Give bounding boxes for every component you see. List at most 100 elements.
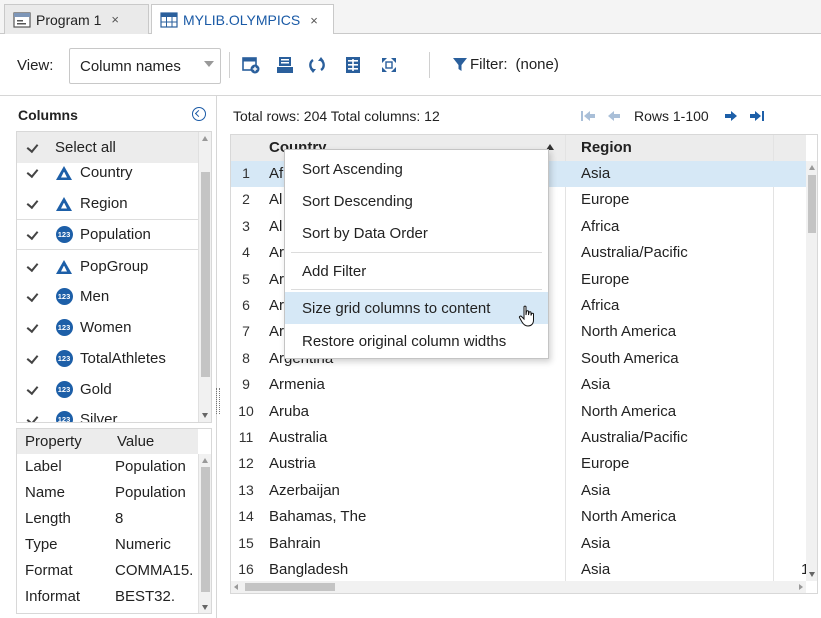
cell-region[interactable]: South America <box>581 350 679 367</box>
menu-item-sort-data-order[interactable]: Sort by Data Order <box>285 217 548 249</box>
tab-program-1[interactable]: Program 1 × <box>4 4 149 34</box>
scrollbar-thumb[interactable] <box>245 583 335 591</box>
table-row[interactable]: 15 Bahrain Asia <box>231 531 806 557</box>
table-row[interactable]: 12 Austria Europe <box>231 451 806 477</box>
scrollbar-thumb[interactable] <box>808 175 816 233</box>
scroll-left-icon[interactable] <box>234 584 238 590</box>
cell-country[interactable]: Al <box>269 218 282 235</box>
table-row[interactable]: 16 Bangladesh Asia 1 <box>231 557 809 583</box>
cell-region[interactable]: Europe <box>581 455 629 472</box>
cell-country[interactable]: Al <box>269 191 282 208</box>
cell-country[interactable]: Bahrain <box>269 535 321 552</box>
scrollbar-thumb[interactable] <box>201 172 210 377</box>
cell-region[interactable]: North America <box>581 323 676 340</box>
cell-country[interactable]: Bangladesh <box>269 561 348 578</box>
filter-control[interactable]: Filter: (none) <box>453 56 559 73</box>
column-item-women[interactable]: 123 Women <box>17 312 199 343</box>
scroll-up-icon[interactable] <box>202 136 208 141</box>
checkbox[interactable] <box>27 384 39 396</box>
table-row[interactable]: 13 Azerbaijan Asia <box>231 478 806 504</box>
save-icon[interactable] <box>276 56 294 74</box>
checkbox[interactable] <box>27 353 39 365</box>
cell-country[interactable]: Azerbaijan <box>269 482 340 499</box>
column-item-popgroup[interactable]: PopGroup <box>17 251 199 282</box>
scroll-down-icon[interactable] <box>809 572 815 577</box>
cell-region[interactable]: Asia <box>581 535 610 552</box>
scroll-right-icon[interactable] <box>799 584 803 590</box>
menu-item-restore-column-widths[interactable]: Restore original column widths <box>285 325 548 357</box>
scroll-down-icon[interactable] <box>202 605 208 610</box>
checkbox[interactable] <box>27 198 39 210</box>
collapse-panel-icon[interactable] <box>192 107 206 121</box>
checkbox[interactable] <box>27 261 39 273</box>
close-icon[interactable]: × <box>310 13 318 28</box>
cell-region[interactable]: Asia <box>581 482 610 499</box>
cell-region[interactable]: Europe <box>581 271 629 288</box>
cell-country[interactable]: Ar <box>269 323 284 340</box>
cell-country[interactable]: Austria <box>269 455 316 472</box>
checkbox[interactable] <box>27 167 39 179</box>
table-row[interactable]: 14 Bahamas, The North America <box>231 504 806 530</box>
next-page-icon[interactable] <box>723 109 739 123</box>
table-row[interactable]: 10 Aruba North America <box>231 399 806 425</box>
expand-icon[interactable] <box>380 56 398 74</box>
scroll-up-icon[interactable] <box>202 458 208 463</box>
menu-item-sort-descending[interactable]: Sort Descending <box>285 185 548 217</box>
menu-item-sort-ascending[interactable]: Sort Ascending <box>285 153 548 185</box>
refresh-icon[interactable] <box>308 56 326 74</box>
cell-country[interactable]: Ar <box>269 297 284 314</box>
cell-country[interactable]: Armenia <box>269 376 325 393</box>
cell-region[interactable]: Asia <box>581 165 610 182</box>
cell-region[interactable]: Australia/Pacific <box>581 429 688 446</box>
grid-vertical-scrollbar[interactable] <box>806 161 817 581</box>
scroll-down-icon[interactable] <box>202 413 208 418</box>
cell-region[interactable]: North America <box>581 403 676 420</box>
add-data-icon[interactable] <box>242 56 260 74</box>
tab-mylib-olympics[interactable]: MYLIB.OLYMPICS × <box>151 4 334 35</box>
column-item-totalathletes[interactable]: 123 TotalAthletes <box>17 343 199 374</box>
column-item-silver[interactable]: 123 Silver <box>17 404 199 423</box>
checkbox[interactable] <box>27 414 39 423</box>
column-item-region[interactable]: Region <box>17 188 199 219</box>
checkbox[interactable] <box>27 229 39 241</box>
column-item-population[interactable]: 123 Population <box>17 219 199 250</box>
previous-page-icon[interactable] <box>606 109 622 123</box>
cell-region[interactable]: North America <box>581 508 676 525</box>
cell-country[interactable]: Bahamas, The <box>269 508 366 525</box>
column-item-gold[interactable]: 123 Gold <box>17 374 199 405</box>
table-row[interactable]: 11 Australia Australia/Pacific <box>231 425 806 451</box>
cell-region[interactable]: Africa <box>581 297 619 314</box>
columns-icon[interactable] <box>344 56 362 74</box>
table-row[interactable]: 9 Armenia Asia <box>231 372 806 398</box>
cell-region[interactable]: Asia <box>581 376 610 393</box>
header-property: Property <box>25 433 82 450</box>
scroll-up-icon[interactable] <box>809 165 815 170</box>
checkbox[interactable] <box>27 142 39 154</box>
checkbox[interactable] <box>27 291 39 303</box>
cell-country[interactable]: Ar <box>269 271 284 288</box>
cell-country[interactable]: Aruba <box>269 403 309 420</box>
cell-region[interactable]: Australia/Pacific <box>581 244 688 261</box>
grid-horizontal-scrollbar[interactable] <box>231 581 806 593</box>
properties-scrollbar[interactable] <box>198 454 211 613</box>
filter-label: Filter: <box>470 56 508 73</box>
last-page-icon[interactable] <box>749 109 765 123</box>
view-select[interactable]: Column names <box>69 48 221 84</box>
column-list-scrollbar[interactable] <box>198 132 211 422</box>
column-item-country[interactable]: Country <box>17 157 199 188</box>
cell-country[interactable]: Af <box>269 165 283 182</box>
close-icon[interactable]: × <box>111 12 119 27</box>
column-item-label: Country <box>80 164 133 181</box>
checkbox[interactable] <box>27 322 39 334</box>
cell-region[interactable]: Europe <box>581 191 629 208</box>
cell-region[interactable]: Africa <box>581 218 619 235</box>
menu-item-add-filter[interactable]: Add Filter <box>285 255 548 287</box>
cell-region[interactable]: Asia <box>581 561 610 578</box>
cell-country[interactable]: Australia <box>269 429 327 446</box>
column-item-men[interactable]: 123 Men <box>17 281 199 312</box>
first-page-icon[interactable] <box>580 109 596 123</box>
column-header-region[interactable]: Region <box>581 139 632 156</box>
scrollbar-thumb[interactable] <box>201 467 210 592</box>
cell-country[interactable]: Ar <box>269 244 284 261</box>
menu-item-size-columns-to-content[interactable]: Size grid columns to content <box>285 292 548 324</box>
